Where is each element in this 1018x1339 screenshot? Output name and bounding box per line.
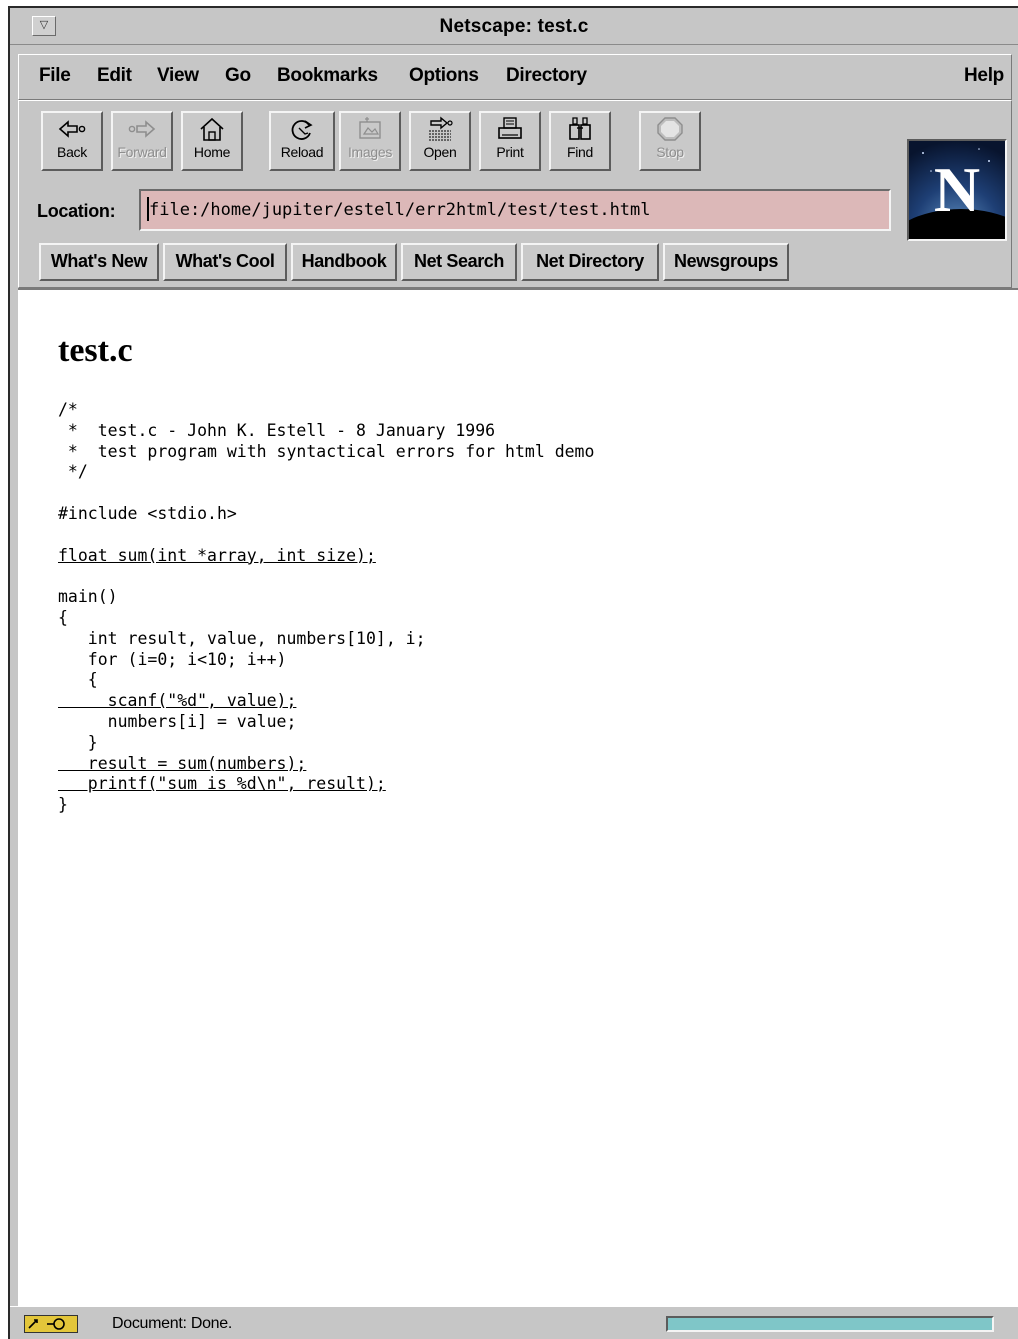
code-line: * test program with syntactical errors f…: [58, 441, 595, 461]
code-line: int result, value, numbers[10], i;: [58, 628, 426, 648]
arrow-right-icon: [128, 120, 156, 138]
location-label: Location:: [37, 201, 116, 221]
newsgroups-button[interactable]: Newsgroups: [663, 243, 789, 281]
menu-help[interactable]: Help: [964, 65, 1004, 87]
code-line: }: [58, 795, 68, 815]
code-line: * test.c - John K. Estell - 8 January 19…: [58, 420, 496, 440]
menu-options[interactable]: Options: [409, 65, 479, 87]
code-line: for (i=0; i<10; i++): [58, 649, 287, 669]
code-line-error-link[interactable]: float sum(int *array, int size);: [58, 546, 594, 567]
netscape-logo-graphic: N: [909, 141, 1005, 239]
reload-label: Reload: [280, 144, 324, 160]
code-line: {: [58, 670, 98, 690]
stop-icon: [657, 117, 683, 141]
print-button[interactable]: Print: [479, 111, 541, 171]
code-line: #include <stdio.h>: [58, 503, 237, 523]
menu-bookmarks[interactable]: Bookmarks: [277, 65, 378, 87]
printer-icon: [498, 117, 522, 139]
net-directory-button[interactable]: Net Directory: [521, 243, 659, 281]
status-text: Document: Done.: [112, 1315, 233, 1332]
code-listing: /* * test.c - John K. Estell - 8 January…: [58, 400, 594, 816]
home-button[interactable]: Home: [181, 111, 243, 171]
stop-button[interactable]: Stop: [639, 111, 701, 171]
forward-label: Forward: [117, 144, 167, 160]
find-button[interactable]: Find: [549, 111, 611, 171]
code-line: {: [58, 607, 68, 627]
code-line-error-link[interactable]: result = sum(numbers);: [58, 754, 594, 775]
progress-bar: [666, 1316, 994, 1332]
menu-go[interactable]: Go: [225, 65, 251, 87]
menu-file[interactable]: File: [39, 65, 71, 87]
home-label: Home: [193, 144, 231, 160]
code-line: }: [58, 732, 98, 752]
code-line: numbers[i] = value;: [58, 711, 297, 731]
reload-button[interactable]: Reload: [269, 111, 335, 171]
security-key-graphic: [28, 1318, 65, 1330]
print-label: Print: [496, 144, 524, 160]
title-bar: ▽ Netscape: test.c: [10, 8, 1018, 45]
code-line: /*: [58, 400, 78, 419]
reload-icon: [291, 120, 313, 140]
menu-bar: File Edit View Go Bookmarks Options Dire…: [18, 54, 1012, 100]
location-input[interactable]: [139, 189, 891, 231]
menu-edit[interactable]: Edit: [97, 65, 132, 87]
toolbar: Back Forward Home Reload Images Open Pri…: [18, 100, 1012, 288]
document-view[interactable]: test.c /* * test.c - John K. Estell - 8 …: [18, 288, 1018, 1306]
whats-new-button[interactable]: What's New: [39, 243, 159, 281]
key-icon[interactable]: [24, 1315, 78, 1333]
stop-label: Stop: [656, 144, 684, 160]
open-button[interactable]: Open: [409, 111, 471, 171]
net-search-button[interactable]: Net Search: [401, 243, 517, 281]
open-icon: [429, 116, 453, 141]
page-title: test.c: [58, 332, 133, 369]
handbook-button[interactable]: Handbook: [291, 243, 397, 281]
binoculars-icon: [569, 117, 591, 140]
forward-button[interactable]: Forward: [111, 111, 173, 171]
menu-directory[interactable]: Directory: [506, 65, 587, 87]
find-label: Find: [566, 144, 594, 160]
svg-text:N: N: [934, 154, 980, 225]
arrow-left-icon: [58, 120, 86, 138]
code-line-error-link[interactable]: printf("sum is %d\n", result);: [58, 774, 594, 795]
images-button[interactable]: Images: [339, 111, 401, 171]
menu-view[interactable]: View: [157, 65, 199, 87]
text-cursor: [147, 197, 149, 221]
code-line-error-link[interactable]: scanf("%d", value);: [58, 691, 594, 712]
images-label: Images: [347, 144, 393, 160]
house-icon: [200, 117, 224, 141]
images-icon: [359, 117, 381, 139]
browser-window: ▽ Netscape: test.c File Edit View Go Boo…: [8, 6, 1018, 1339]
status-bar: Document: Done.: [10, 1306, 1018, 1339]
whats-cool-button[interactable]: What's Cool: [163, 243, 287, 281]
code-line: main(): [58, 587, 118, 607]
back-label: Back: [57, 144, 87, 160]
back-button[interactable]: Back: [41, 111, 103, 171]
window-title: Netscape: test.c: [439, 16, 589, 37]
open-label: Open: [423, 144, 457, 160]
netscape-n-logo[interactable]: N: [907, 139, 1007, 241]
code-line: */: [58, 462, 88, 482]
